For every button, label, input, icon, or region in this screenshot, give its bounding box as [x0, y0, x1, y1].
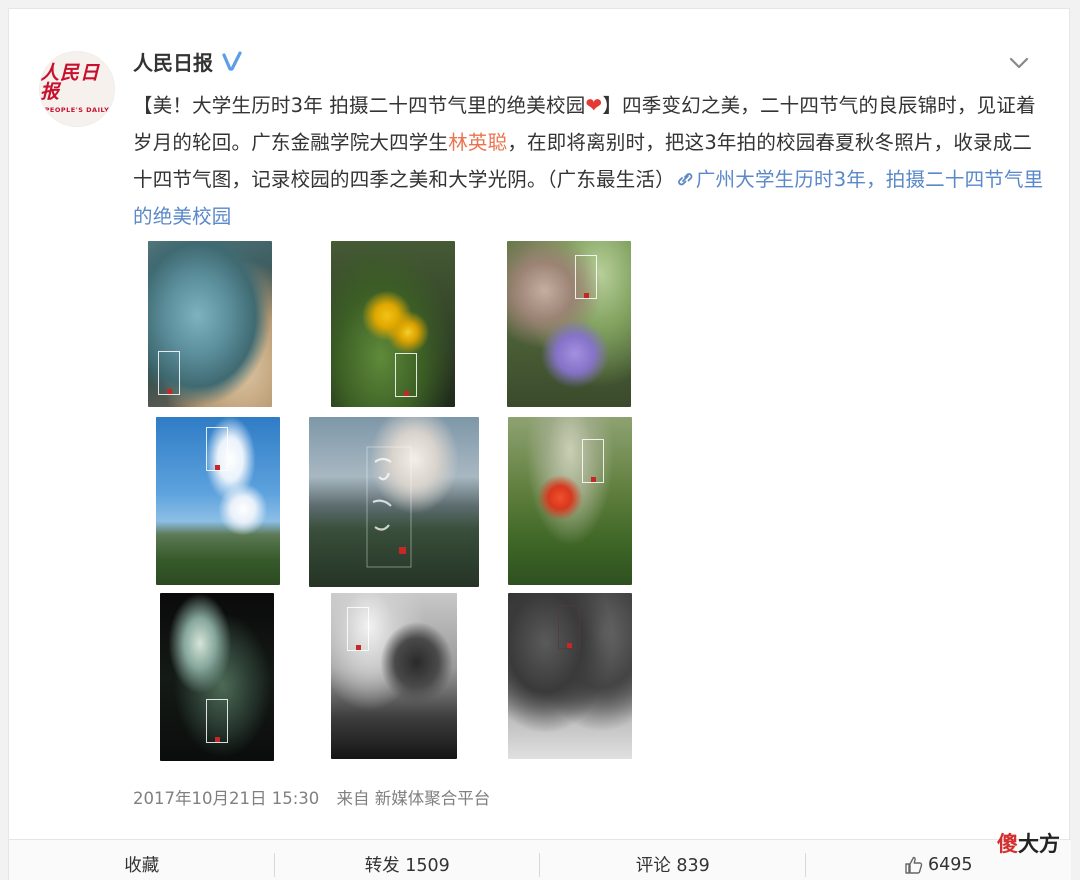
post-source[interactable]: 新媒体聚合平台	[375, 789, 491, 808]
watermark-part2: 大方	[1018, 832, 1060, 856]
photo-bw-campus-walk[interactable]	[508, 593, 632, 759]
post-timestamp[interactable]: 2017年10月21日 15:30	[133, 789, 319, 808]
post-text-part1: 【美！大学生历时3年 拍摄二十四节气里的绝美校园	[133, 94, 586, 117]
photo-purple-flower[interactable]	[507, 241, 631, 407]
comment-label: 评论 839	[635, 856, 710, 876]
watermark: 傻大方	[997, 828, 1060, 858]
author-name[interactable]: 人民日报	[133, 47, 213, 76]
photo-red-flower[interactable]	[508, 417, 632, 585]
author-row: 人民日报	[133, 47, 243, 76]
photo-four-seasons-cover[interactable]	[309, 417, 479, 587]
favorite-label: 收藏	[124, 856, 160, 876]
watermark-part1: 傻	[997, 832, 1018, 856]
page-background-strip	[0, 0, 1080, 8]
verified-icon	[222, 50, 242, 71]
mention-link[interactable]: 林英聪	[448, 131, 507, 154]
thumbs-up-icon	[905, 856, 923, 874]
heart-emoji: ❤	[585, 93, 603, 117]
source-prefix: 来自	[336, 789, 370, 808]
photo-succulent[interactable]	[148, 241, 272, 407]
four-seasons-title-art	[366, 446, 412, 568]
repost-button[interactable]: 转发 1509	[275, 840, 541, 880]
avatar-logo-cn: 人民日报	[40, 62, 101, 103]
photo-sky-campus[interactable]	[156, 417, 280, 585]
avatar-logo-en: PEOPLE'S DAILY	[44, 106, 110, 114]
chevron-down-icon[interactable]	[1007, 51, 1031, 75]
photo-yellow-flowers[interactable]	[331, 241, 455, 407]
photo-bw-tower[interactable]	[331, 593, 457, 759]
post-text: 【美！大学生历时3年 拍摄二十四节气里的绝美校园❤】四季变幻之美，二十四节气的良…	[133, 87, 1049, 235]
link-icon	[677, 173, 693, 186]
post-meta: 2017年10月21日 15:30 来自 新媒体聚合平台	[133, 785, 490, 809]
repost-label: 转发 1509	[364, 856, 450, 876]
avatar[interactable]: 人民日报 PEOPLE'S DAILY	[39, 51, 115, 127]
photo-dark-window[interactable]	[160, 593, 274, 761]
weibo-post-card: 人民日报 PEOPLE'S DAILY 人民日报 【美！大学生历时3年 拍摄二十…	[8, 8, 1071, 880]
favorite-button[interactable]: 收藏	[9, 840, 275, 880]
photo-grid	[133, 237, 663, 767]
like-count: 6495	[927, 854, 973, 875]
comment-button[interactable]: 评论 839	[540, 840, 806, 880]
action-bar: 收藏 转发 1509 评论 839 6495	[9, 839, 1071, 880]
